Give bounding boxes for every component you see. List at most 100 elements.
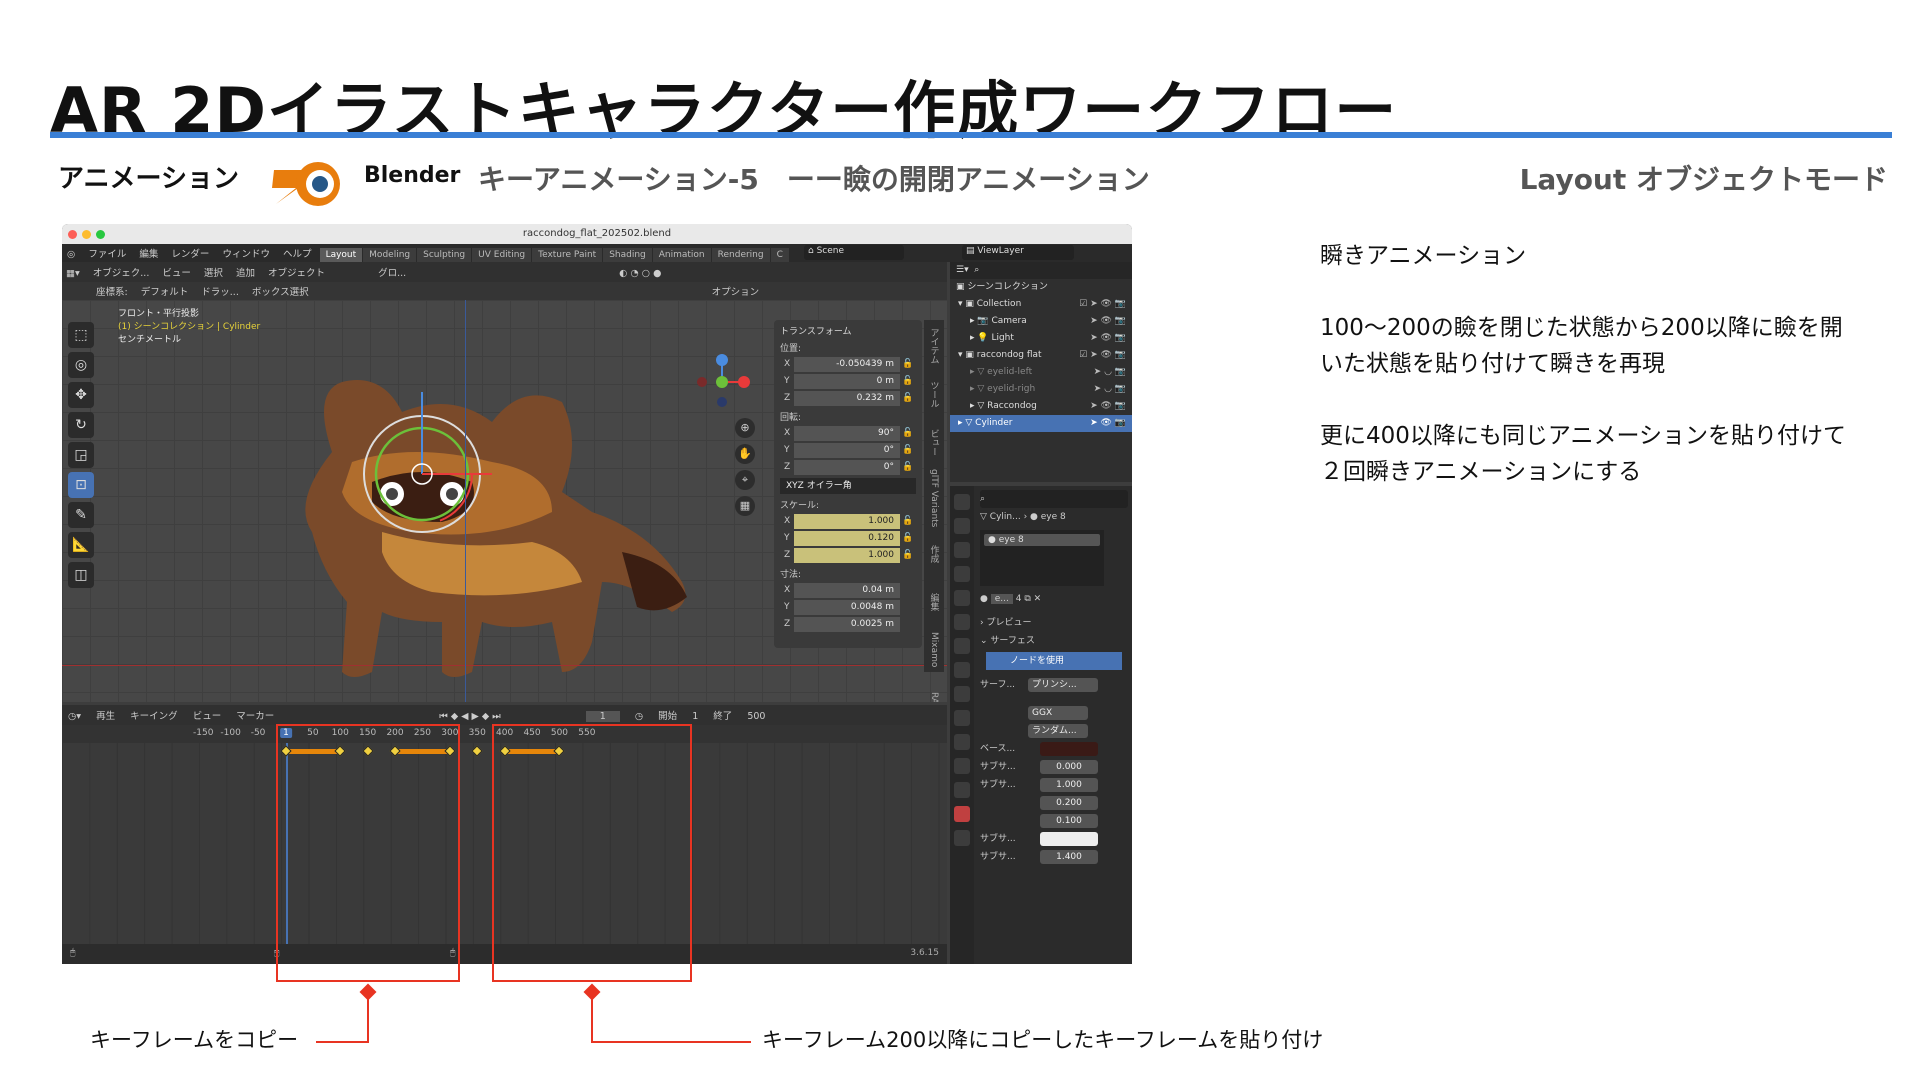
outliner-item-light[interactable]: ▸ 💡 Light ➤ 👁 📷 bbox=[950, 330, 1132, 347]
overlay-icon[interactable]: ◐ ◔ ○ ● bbox=[619, 268, 661, 279]
texture-tab-icon[interactable] bbox=[954, 830, 970, 846]
dim-y-field[interactable]: 0.0048 m bbox=[794, 599, 900, 615]
scale-z-field[interactable]: 1.000 bbox=[794, 547, 900, 563]
options-button[interactable]: オプション bbox=[712, 287, 760, 298]
raccoon-dog-illustration[interactable] bbox=[292, 352, 712, 692]
material-tab-icon[interactable] bbox=[954, 806, 970, 822]
visibility-icon[interactable]: ➤ 👁 📷 bbox=[1090, 313, 1126, 330]
distribution-select[interactable]: GGX bbox=[1028, 706, 1088, 720]
tab-ra[interactable]: RA bbox=[929, 676, 939, 702]
tab-texture-paint[interactable]: Texture Paint bbox=[532, 248, 603, 262]
start-frame-field[interactable]: 1 bbox=[692, 711, 698, 722]
timeline-editor-icon[interactable]: ◷▾ bbox=[68, 711, 81, 722]
zoom-icon[interactable]: ⊕ bbox=[735, 418, 755, 438]
visibility-icon[interactable]: ☑ ➤ 👁 📷 bbox=[1079, 296, 1126, 313]
transform-orientation[interactable]: グロ... bbox=[378, 268, 406, 279]
outliner-item-camera[interactable]: ▸ 📷 Camera ➤ 👁 📷 bbox=[950, 313, 1132, 330]
menu-window[interactable]: ウィンドウ bbox=[217, 244, 275, 262]
visibility-icon[interactable]: ➤ 👁 📷 bbox=[1090, 330, 1126, 347]
surface-panel[interactable]: ⌄ サーフェス bbox=[980, 632, 1128, 650]
rotate-tool-icon[interactable]: ↻ bbox=[68, 412, 94, 438]
menu-help[interactable]: ヘルプ bbox=[278, 244, 317, 262]
tab-item[interactable]: アイテム bbox=[928, 324, 941, 368]
outliner-item-eyelid-left[interactable]: ▸ ▽ eyelid-left ➤ ◡ 📷 bbox=[950, 364, 1132, 381]
view-layer-tab-icon[interactable] bbox=[954, 566, 970, 582]
tab-uv-editing[interactable]: UV Editing bbox=[472, 248, 532, 262]
material-datablock[interactable]: ● e... 4 ⧉ ✕ bbox=[980, 590, 1128, 608]
rotation-mode-select[interactable]: XYZ オイラー角 bbox=[780, 478, 916, 494]
menu-object[interactable]: オブジェクト bbox=[268, 268, 325, 279]
scene-tab-icon[interactable] bbox=[954, 590, 970, 606]
radius-y-field[interactable]: 0.200 bbox=[1040, 796, 1098, 810]
material-slots-list[interactable]: ● eye 8 bbox=[980, 530, 1104, 586]
loc-y-field[interactable]: 0 m bbox=[794, 373, 900, 389]
menu-view[interactable]: ビュー bbox=[162, 268, 191, 279]
preview-panel[interactable]: › プレビュー bbox=[980, 614, 1128, 632]
current-frame-field[interactable]: 1 bbox=[585, 711, 620, 722]
marker-menu[interactable]: マーカー bbox=[236, 711, 274, 722]
material-slot-item[interactable]: ● eye 8 bbox=[984, 534, 1100, 546]
particles-tab-icon[interactable] bbox=[954, 710, 970, 726]
cursor-tool-icon[interactable]: ◎ bbox=[68, 352, 94, 378]
rot-z-field[interactable]: 0° bbox=[794, 459, 900, 475]
ortho-grid-icon[interactable]: ▦ bbox=[735, 496, 755, 516]
render-tab-icon[interactable] bbox=[954, 518, 970, 534]
lock-icon[interactable]: 🔓 bbox=[900, 376, 916, 386]
loc-z-field[interactable]: 0.232 m bbox=[794, 390, 900, 406]
dim-z-field[interactable]: 0.0025 m bbox=[794, 616, 900, 632]
tool-tab-icon[interactable] bbox=[954, 494, 970, 510]
tab-edit[interactable]: 編集 bbox=[928, 580, 941, 624]
menu-edit[interactable]: 編集 bbox=[134, 244, 163, 262]
outliner-item-eyelid-right[interactable]: ▸ ▽ eyelid-righ ➤ ◡ 📷 bbox=[950, 381, 1132, 398]
use-nodes-button[interactable]: ノードを使用 bbox=[986, 652, 1122, 670]
pan-hand-icon[interactable]: ✋ bbox=[735, 444, 755, 464]
rot-y-field[interactable]: 0° bbox=[794, 442, 900, 458]
modifier-tab-icon[interactable] bbox=[954, 686, 970, 702]
tab-shading[interactable]: Shading bbox=[603, 248, 652, 262]
playback-controls-icon[interactable]: ⏮ ◆ ◀ ▶ ◆ ⏭ bbox=[439, 711, 500, 722]
outliner-item-raccondog-flat[interactable]: ▾ ▣ raccondog flat ☑ ➤ 👁 📷 bbox=[950, 347, 1132, 364]
playback-menu[interactable]: 再生 bbox=[96, 711, 115, 722]
radius-z-field[interactable]: 0.100 bbox=[1040, 814, 1098, 828]
base-color-swatch[interactable] bbox=[1040, 742, 1098, 756]
tab-tool[interactable]: ツール bbox=[928, 372, 941, 416]
coord-value[interactable]: デフォルト bbox=[141, 287, 189, 298]
object-tab-icon[interactable] bbox=[954, 662, 970, 678]
subsurface-ior-field[interactable]: 1.400 bbox=[1040, 850, 1098, 864]
lock-icon[interactable]: 🔓 bbox=[900, 359, 916, 369]
navigation-gizmo[interactable] bbox=[692, 352, 752, 412]
menu-add[interactable]: 追加 bbox=[236, 268, 255, 279]
scale-y-field[interactable]: 0.120 bbox=[794, 530, 900, 546]
subsurface-color-swatch[interactable] bbox=[1040, 832, 1098, 846]
tab-modeling[interactable]: Modeling bbox=[363, 248, 417, 262]
annotate-tool-icon[interactable]: ✎ bbox=[68, 502, 94, 528]
move-tool-icon[interactable]: ✥ bbox=[68, 382, 94, 408]
add-cube-tool-icon[interactable]: ◫ bbox=[68, 562, 94, 588]
tab-gltf[interactable]: glTF Variants bbox=[929, 468, 939, 528]
scale-x-field[interactable]: 1.000 bbox=[794, 513, 900, 529]
tab-create[interactable]: 作成 bbox=[928, 532, 941, 576]
camera-view-icon[interactable]: ⌖ bbox=[735, 470, 755, 490]
world-tab-icon[interactable] bbox=[954, 614, 970, 630]
tab-sculpting[interactable]: Sculpting bbox=[417, 248, 472, 262]
physics-tab-icon[interactable] bbox=[954, 734, 970, 750]
outliner-search[interactable]: ☰▾ ⌕ bbox=[950, 262, 1132, 279]
visibility-icon[interactable]: ☑ ➤ 👁 📷 bbox=[1079, 347, 1126, 364]
tab-mixamo[interactable]: Mixamo bbox=[929, 628, 939, 672]
lock-icon[interactable]: 🔓 bbox=[900, 550, 916, 560]
menu-select[interactable]: 選択 bbox=[204, 268, 223, 279]
viewlayer-selector[interactable]: ▤ ViewLayer bbox=[962, 245, 1074, 260]
keyframe-diamond[interactable] bbox=[471, 745, 483, 757]
transform-tool-icon[interactable]: ⊡ bbox=[68, 472, 94, 498]
properties-search[interactable]: ⌕ bbox=[980, 490, 1128, 508]
visibility-icon[interactable]: ➤ 👁 📷 bbox=[1090, 398, 1126, 415]
visibility-icon[interactable]: ➤ 👁 📷 bbox=[1090, 415, 1126, 432]
loc-x-field[interactable]: -0.050439 m bbox=[794, 356, 900, 372]
radius-x-field[interactable]: 1.000 bbox=[1040, 778, 1098, 792]
subsurface-method-select[interactable]: ランダム... bbox=[1028, 724, 1088, 738]
keying-menu[interactable]: キーイング bbox=[130, 711, 178, 722]
outliner-item-raccondog[interactable]: ▸ ▽ Raccondog ➤ 👁 📷 bbox=[950, 398, 1132, 415]
lock-icon[interactable]: 🔓 bbox=[900, 393, 916, 403]
collection-tab-icon[interactable] bbox=[954, 638, 970, 654]
scale-tool-icon[interactable]: ◲ bbox=[68, 442, 94, 468]
